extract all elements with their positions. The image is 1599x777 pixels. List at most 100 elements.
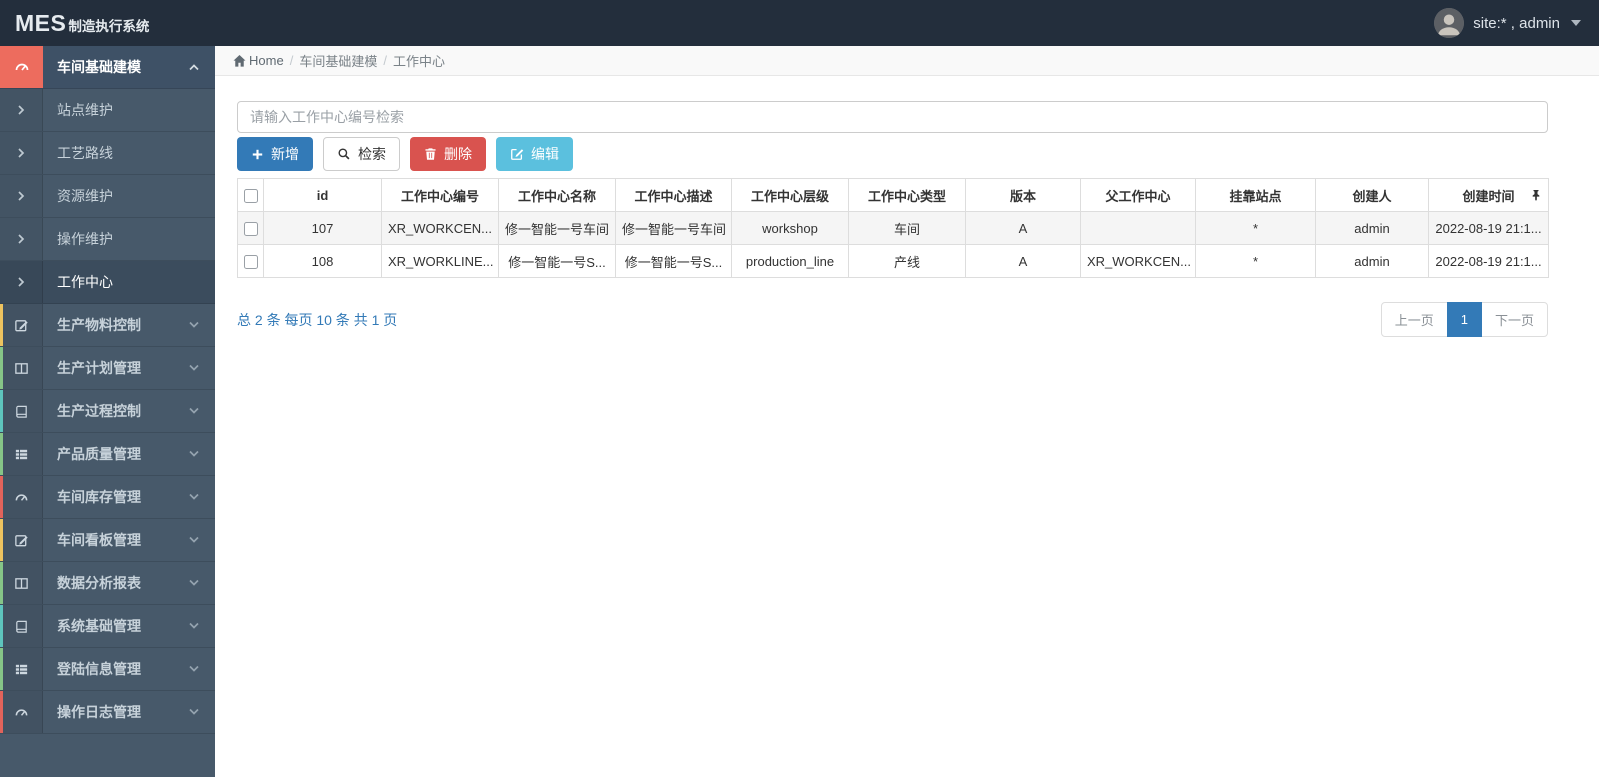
table-cell: 修一智能一号车间 <box>615 211 732 245</box>
column-header-level: 工作中心层级 <box>731 178 849 212</box>
breadcrumb-separator: / <box>383 53 387 68</box>
column-header-site: 挂靠站点 <box>1195 178 1316 212</box>
logo-secondary: 制造执行系统 <box>68 18 150 34</box>
sidebar-item-operation-maintenance[interactable]: 操作维护 <box>0 218 215 261</box>
table-cell: 107 <box>263 211 382 245</box>
table-cell: 2022-08-19 21:1... <box>1428 211 1549 245</box>
caret-down-icon <box>1571 20 1581 26</box>
column-header-id: id <box>263 178 382 212</box>
chevron-down-icon <box>188 364 200 372</box>
column-header-created-time: 创建时间 <box>1428 178 1549 212</box>
section-stripe <box>0 562 3 604</box>
table-cell: 产线 <box>848 244 966 278</box>
toolbar: 新增 检索 删除 编辑 <box>237 137 1548 171</box>
sidebar-section-label: 车间基础建模 <box>57 59 141 75</box>
table-cell: XR_WORKCEN... <box>381 211 499 245</box>
pin-icon[interactable] <box>1531 189 1541 201</box>
table-cell: * <box>1195 211 1316 245</box>
sidebar-section-process-control[interactable]: 生产过程控制 <box>0 390 215 433</box>
table-cell: 修一智能一号S... <box>615 244 732 278</box>
sidebar-item-label: 工作中心 <box>57 274 113 290</box>
table-cell: A <box>965 211 1081 245</box>
work-center-search-input[interactable] <box>237 101 1548 133</box>
search-icon <box>337 147 351 161</box>
sidebar-section-quality-management[interactable]: 产品质量管理 <box>0 433 215 476</box>
avatar <box>1434 8 1465 38</box>
sidebar-item-resource-maintenance[interactable]: 资源维护 <box>0 175 215 218</box>
sidebar-section-data-analysis-reports[interactable]: 数据分析报表 <box>0 562 215 605</box>
breadcrumb-home[interactable]: Home <box>233 53 284 68</box>
th-list-icon <box>0 648 43 690</box>
dashboard-icon <box>0 691 43 733</box>
chevron-right-icon <box>0 89 43 131</box>
sidebar-section-label: 生产计划管理 <box>57 360 141 376</box>
table-cell: 修一智能一号S... <box>498 244 616 278</box>
current-page-button[interactable]: 1 <box>1446 302 1482 337</box>
search-button[interactable]: 检索 <box>323 137 400 171</box>
row-select-cell <box>237 211 264 245</box>
sidebar-section-workshop-modeling[interactable]: 车间基础建模 <box>0 46 215 89</box>
trash-icon <box>424 147 437 161</box>
work-center-table: id 工作中心编号 工作中心名称 工作中心描述 工作中心层级 工作中心类型 版本… <box>237 178 1549 278</box>
sidebar-item-label: 资源维护 <box>57 188 113 204</box>
column-header-created-time-label: 创建时间 <box>1462 188 1515 204</box>
th-list-icon <box>0 433 43 475</box>
topbar: MES 制造执行系统 site:* , admin <box>0 0 1599 46</box>
dashboard-icon <box>0 46 43 88</box>
sidebar-section-system-management[interactable]: 系统基础管理 <box>0 605 215 648</box>
table-cell: workshop <box>731 211 849 245</box>
table-cell <box>1080 211 1196 245</box>
delete-button[interactable]: 删除 <box>410 137 486 171</box>
sidebar-section-kanban-management[interactable]: 车间看板管理 <box>0 519 215 562</box>
prev-page-button[interactable]: 上一页 <box>1380 302 1448 337</box>
section-stripe <box>0 519 3 561</box>
pagination-summary[interactable]: 总 2 条 每页 10 条 共 1 页 <box>237 310 397 330</box>
sidebar-item-site-maintenance[interactable]: 站点维护 <box>0 89 215 132</box>
breadcrumb-item-section[interactable]: 车间基础建模 <box>299 51 377 70</box>
table-cell: * <box>1195 244 1316 278</box>
work-center-panel: 新增 检索 删除 编辑 <box>215 76 1599 337</box>
edit-button[interactable]: 编辑 <box>496 137 573 171</box>
add-button[interactable]: 新增 <box>237 137 313 171</box>
row-checkbox[interactable] <box>244 254 258 269</box>
pencil-square-icon <box>0 519 43 561</box>
sidebar-item-label: 工艺路线 <box>57 145 113 161</box>
row-select-cell <box>237 244 264 278</box>
column-header-description: 工作中心描述 <box>615 178 732 212</box>
sidebar-item-process-route[interactable]: 工艺路线 <box>0 132 215 175</box>
sidebar-item-label: 操作维护 <box>57 231 113 247</box>
table-row: 108 XR_WORKLINE... 修一智能一号S... 修一智能一号S...… <box>237 244 1549 278</box>
breadcrumb-item-current: 工作中心 <box>392 54 445 69</box>
sidebar-section-label: 生产物料控制 <box>57 317 141 333</box>
select-all-cell <box>237 178 264 212</box>
sidebar-section-operation-log-management[interactable]: 操作日志管理 <box>0 691 215 734</box>
chevron-right-icon <box>0 261 43 303</box>
pagination-bar: 总 2 条 每页 10 条 共 1 页 上一页 1 下一页 <box>237 302 1548 337</box>
row-checkbox[interactable] <box>244 221 258 236</box>
sidebar-section-label: 系统基础管理 <box>57 618 141 634</box>
dashboard-icon <box>0 476 43 518</box>
chevron-right-icon <box>0 175 43 217</box>
sidebar-section-label: 生产过程控制 <box>57 403 141 419</box>
section-stripe <box>0 648 3 690</box>
chevron-down-icon <box>188 407 200 415</box>
column-header-creator: 创建人 <box>1315 178 1429 212</box>
table-cell: XR_WORKLINE... <box>381 244 499 278</box>
user-menu[interactable]: site:* , admin <box>1434 8 1599 38</box>
select-all-checkbox[interactable] <box>244 188 258 203</box>
sidebar-section-inventory-management[interactable]: 车间库存管理 <box>0 476 215 519</box>
sidebar-section-label: 产品质量管理 <box>57 446 141 462</box>
logo-primary: MES <box>15 9 67 36</box>
table-cell: production_line <box>731 244 849 278</box>
table-cell: admin <box>1315 244 1429 278</box>
sidebar-section-login-info-management[interactable]: 登陆信息管理 <box>0 648 215 691</box>
chevron-down-icon <box>188 579 200 587</box>
sidebar-section-material-control[interactable]: 生产物料控制 <box>0 304 215 347</box>
sidebar-section-plan-management[interactable]: 生产计划管理 <box>0 347 215 390</box>
sidebar-item-work-center[interactable]: 工作中心 <box>0 261 215 304</box>
pencil-square-icon <box>0 304 43 346</box>
pagination-controls: 上一页 1 下一页 <box>1380 302 1548 337</box>
chevron-down-icon <box>188 321 200 329</box>
next-page-button[interactable]: 下一页 <box>1480 302 1548 337</box>
sidebar: 车间基础建模 站点维护 工艺路线 资源维护 操作维护 工作中心 生产物料控制 生… <box>0 46 215 777</box>
